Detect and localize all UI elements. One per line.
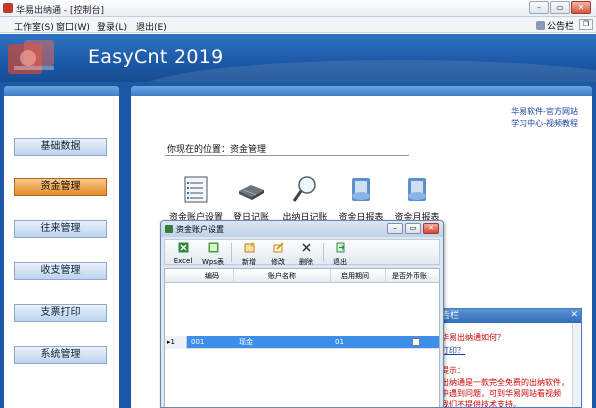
menu-login[interactable]: 登录(L) <box>97 20 127 33</box>
dialog-close-button[interactable]: ✕ <box>423 223 439 234</box>
nav-contacts-management[interactable]: 往来管理 <box>14 220 107 238</box>
notice-panel-title: 告栏 <box>437 309 581 323</box>
delete-icon <box>301 243 311 252</box>
module-daily-report[interactable]: 资金日报表 <box>331 174 391 223</box>
breadcrumb-divider <box>165 155 409 156</box>
brand-name: EasyCnt 2019 <box>88 46 224 68</box>
column-separator <box>385 269 386 283</box>
menu-exit[interactable]: 退出(E) <box>136 20 167 33</box>
sidebar-header <box>4 86 119 96</box>
notice-line: 中遇到问题，可到华易网站看视频 <box>441 389 561 398</box>
dialog-minimize-button[interactable]: – <box>387 223 403 234</box>
edit-button[interactable]: 修改 <box>265 242 291 267</box>
foreign-currency-checkbox[interactable] <box>412 338 420 346</box>
module-cashier-journal[interactable]: 出纳日记账 <box>275 174 335 223</box>
nav-basic-data[interactable]: 基础数据 <box>14 138 107 156</box>
nav-fund-management[interactable]: 资金管理 <box>14 178 107 196</box>
table-header: 编码 账户名称 启用期间 是否外币账 <box>165 269 439 283</box>
exit-label: 退出 <box>333 258 347 266</box>
daily-report-icon <box>352 178 370 201</box>
menu-studio[interactable]: 工作室(S) <box>14 20 54 33</box>
add-button[interactable]: 新增 <box>236 242 262 267</box>
breadcrumb: 你现在的位置：资金管理 <box>167 145 267 155</box>
notice-line: 我们不提供技术支持。 <box>441 400 521 408</box>
magnifier-icon <box>292 176 316 202</box>
wps-icon <box>208 242 218 253</box>
minimize-button[interactable]: – <box>529 1 549 14</box>
delete-button[interactable]: 删除 <box>293 242 319 267</box>
column-code[interactable]: 编码 <box>205 269 219 283</box>
toolbar-separator <box>323 243 324 262</box>
nav-system-management[interactable]: 系统管理 <box>14 346 107 364</box>
menu-window[interactable]: 窗口(W) <box>56 20 90 33</box>
dialog-app-icon <box>165 225 173 233</box>
dialog-toolbar: Excel Wps表 新增 修改 删除 退出 <box>164 239 440 267</box>
column-separator <box>330 269 331 283</box>
accounts-table: 编码 账户名称 启用期间 是否外币账 ▸1 001 现金 01 <box>164 268 440 407</box>
dialog-restore-button[interactable]: ▭ <box>405 223 421 234</box>
app-icon <box>3 3 13 13</box>
sidebar: 基础数据 资金管理 往来管理 收支管理 支票打印 系统管理 <box>4 86 119 408</box>
delete-label: 删除 <box>299 258 313 266</box>
notice-line: 华易出纳通如何？ <box>441 333 505 342</box>
notice-close-icon[interactable]: ✕ <box>570 310 578 320</box>
notice-panel: 告栏 ✕ 华易出纳通如何？ 打印？ 提示： 出纳通是一款完全免费的出纳软件， 中… <box>436 308 582 408</box>
account-settings-icon <box>184 176 208 203</box>
module-ledger[interactable]: 登日记账 <box>221 174 281 223</box>
title-bar: 华易出纳通 - [控制台] – ▭ ✕ <box>0 0 596 17</box>
mdi-restore-button[interactable]: ❐ <box>579 19 593 30</box>
dialog-title-bar: 资金账户设置 – ▭ ✕ <box>161 221 443 237</box>
module-monthly-report[interactable]: 资金月报表 <box>387 174 447 223</box>
module-account-settings[interactable]: 资金账户设置 <box>166 174 226 223</box>
notice-scrollbar[interactable] <box>572 323 581 407</box>
column-period[interactable]: 启用期间 <box>341 269 369 283</box>
restore-button[interactable]: ▭ <box>550 1 570 14</box>
notice-line: 出纳通是一款完全免费的出纳软件， <box>441 378 569 387</box>
nav-income-expense[interactable]: 收支管理 <box>14 262 107 280</box>
nav-check-printing[interactable]: 支票打印 <box>14 304 107 322</box>
excel-icon <box>178 242 188 253</box>
cell-account-name[interactable]: 现金 <box>239 336 253 349</box>
wps-button[interactable]: Wps表 <box>200 242 226 267</box>
exit-button[interactable]: 退出 <box>327 242 353 267</box>
edit-label: 修改 <box>271 258 285 266</box>
close-button[interactable]: ✕ <box>571 1 591 14</box>
official-site-link[interactable]: 华易软件-官方网站 <box>511 106 578 117</box>
dialog-title: 资金账户设置 <box>176 225 224 234</box>
wps-label: Wps表 <box>201 258 224 266</box>
cell-period[interactable]: 01 <box>335 336 344 349</box>
column-separator <box>233 269 234 283</box>
notice-board-button[interactable]: 公告栏 <box>535 19 574 32</box>
edit-icon <box>273 242 284 253</box>
notice-line: 提示： <box>441 366 465 375</box>
monthly-report-icon <box>408 178 426 201</box>
column-account-name[interactable]: 账户名称 <box>268 269 296 283</box>
excel-label: Excel <box>173 257 193 265</box>
ledger-icon <box>239 185 264 200</box>
menu-bar: 工作室(S) 窗口(W) 登录(L) 退出(E) 公告栏 ❐ <box>0 17 596 33</box>
notice-link[interactable]: 打印？ <box>441 345 465 356</box>
content-header <box>131 86 592 96</box>
notice-board-label: 公告栏 <box>546 22 574 32</box>
account-settings-dialog: 资金账户设置 – ▭ ✕ Excel Wps表 新增 修改 删除 退出 编码 账… <box>160 220 444 408</box>
cell-code[interactable]: 001 <box>191 336 204 349</box>
banner: EasyCnt 2019 <box>0 34 596 82</box>
table-row[interactable]: ▸1 001 现金 01 <box>165 336 439 349</box>
row-header[interactable]: ▸1 <box>165 336 187 349</box>
add-label: 新增 <box>242 258 256 266</box>
exit-icon <box>336 242 345 253</box>
app-logo-icon <box>8 40 54 74</box>
add-icon <box>244 242 254 253</box>
notice-icon <box>535 21 545 30</box>
column-foreign-currency[interactable]: 是否外币账 <box>392 269 427 283</box>
excel-button[interactable]: Excel <box>170 242 196 265</box>
window-title: 华易出纳通 - [控制台] <box>16 6 104 16</box>
toolbar-separator <box>231 243 232 262</box>
video-tutorial-link[interactable]: 学习中心-视频教程 <box>511 118 578 129</box>
